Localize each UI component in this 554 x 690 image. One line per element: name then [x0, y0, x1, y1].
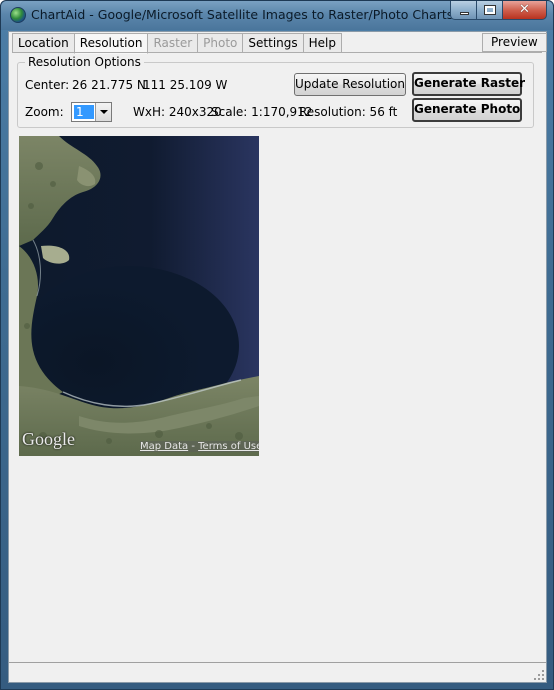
resize-grip-icon[interactable] — [534, 670, 544, 680]
close-button[interactable]: ✕ — [503, 1, 547, 20]
tab-resolution[interactable]: Resolution — [73, 33, 149, 54]
center-longitude: 111 25.109 W — [143, 78, 228, 92]
size-readout: WxH: 240x320 — [133, 105, 222, 119]
tab-preview[interactable]: Preview — [482, 33, 547, 52]
tab-location[interactable]: Location — [12, 33, 75, 53]
map-data-link[interactable]: Map Data — [140, 441, 188, 452]
minimize-icon — [460, 12, 469, 15]
resolution-options-legend: Resolution Options — [25, 55, 144, 69]
satellite-image[interactable]: Google Map Data - Terms of Use — [19, 136, 259, 456]
center-latitude: 26 21.775 N — [72, 78, 146, 92]
client-area: Location Resolution Raster Photo Setting… — [8, 31, 547, 683]
zoom-label: Zoom: — [25, 105, 64, 119]
satellite-imagery — [19, 136, 259, 456]
tab-divider — [12, 52, 542, 53]
caption-buttons: ✕ — [450, 1, 547, 21]
attribution-separator: - — [188, 441, 199, 452]
status-bar — [9, 662, 546, 682]
zoom-selected-value: 1 — [74, 105, 94, 119]
tab-strip: Location Resolution Raster Photo Setting… — [12, 33, 342, 54]
generate-raster-button[interactable]: Generate Raster — [412, 72, 525, 96]
title-bar[interactable]: ChartAid - Google/Microsoft Satellite Im… — [1, 1, 553, 30]
globe-icon — [10, 7, 26, 23]
scale-readout: Scale: 1:170,912 — [211, 105, 313, 119]
tab-help[interactable]: Help — [302, 33, 342, 53]
center-label: Center: — [25, 78, 70, 92]
terms-of-use-link[interactable]: Terms of Use — [198, 441, 259, 452]
maximize-button[interactable] — [477, 1, 503, 20]
resolution-readout: Resolution: 56 ft — [299, 105, 398, 119]
generate-photo-button[interactable]: Generate Photo — [412, 98, 522, 122]
tab-raster: Raster — [147, 33, 199, 53]
update-resolution-button[interactable]: Update Resolution — [294, 73, 406, 96]
zoom-select[interactable]: 1 — [71, 102, 112, 122]
chevron-down-icon[interactable] — [95, 103, 111, 121]
maximize-icon — [484, 5, 496, 15]
tab-photo: Photo — [197, 33, 244, 53]
tab-settings[interactable]: Settings — [242, 33, 304, 53]
window-title: ChartAid - Google/Microsoft Satellite Im… — [31, 7, 454, 22]
map-attribution: Map Data - Terms of Use — [140, 441, 259, 452]
app-window: ChartAid - Google/Microsoft Satellite Im… — [0, 0, 554, 690]
google-logo: Google — [22, 429, 75, 449]
close-icon: ✕ — [519, 2, 530, 17]
minimize-button[interactable] — [450, 1, 477, 20]
